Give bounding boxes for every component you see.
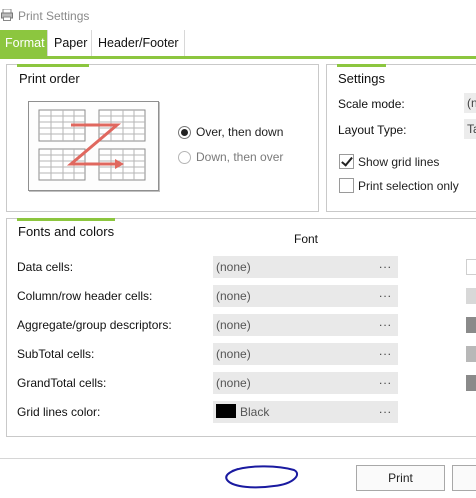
font-value: (none) (216, 347, 251, 361)
font-value: (none) (216, 318, 251, 332)
fonts-colors-accent (17, 218, 115, 221)
subtotal-cells-color-swatch[interactable] (466, 346, 476, 362)
data-cells-color-swatch[interactable] (466, 259, 476, 275)
header-cells-label: Column/row header cells: (17, 289, 153, 303)
tab-strip: Format Paper Header/Footer (0, 30, 476, 59)
font-value: (none) (216, 289, 251, 303)
show-grid-lines-label: Show grid lines (358, 154, 440, 169)
fonts-colors-title: Fonts and colors (18, 224, 115, 239)
next-button[interactable] (452, 465, 476, 491)
print-order-accent (17, 64, 89, 67)
print-order-illustration (28, 101, 159, 191)
over-then-down-diagram (38, 109, 146, 181)
settings-title: Settings (338, 71, 385, 86)
checkbox-indicator[interactable] (339, 178, 354, 193)
aggregate-descriptors-color-swatch[interactable] (466, 317, 476, 333)
grid-lines-color-picker[interactable]: Black ... (213, 401, 398, 423)
radio-over-then-down[interactable]: Over, then down (178, 125, 283, 139)
radio-label: Down, then over (196, 150, 284, 164)
font-value: (none) (216, 376, 251, 390)
show-grid-lines-checkbox[interactable]: Show grid lines (339, 154, 439, 169)
settings-accent (337, 64, 386, 67)
tab-paper[interactable]: Paper (49, 30, 92, 56)
aggregate-descriptors-font-picker[interactable]: (none) ... (213, 314, 398, 336)
tab-header-footer[interactable]: Header/Footer (93, 30, 185, 56)
aggregate-descriptors-label: Aggregate/group descriptors: (17, 318, 172, 332)
printer-icon (1, 9, 13, 21)
grandtotal-cells-font-picker[interactable]: (none) ... (213, 372, 398, 394)
tab-format[interactable]: Format (0, 30, 48, 56)
radio-indicator[interactable] (178, 150, 191, 164)
scale-mode-dropdown[interactable]: (n (464, 93, 476, 113)
layout-type-dropdown[interactable]: Ta (464, 119, 476, 139)
window-title: Print Settings (18, 9, 90, 23)
hand-drawn-circle-annotation (225, 465, 299, 489)
header-cells-color-swatch[interactable] (466, 288, 476, 304)
data-cells-font-picker[interactable]: (none) ... (213, 256, 398, 278)
checkbox-indicator[interactable] (339, 154, 354, 169)
bottom-separator (0, 458, 476, 459)
color-value: Black (240, 405, 270, 419)
print-settings-window: Print Settings Format Paper Header/Foote… (0, 0, 476, 498)
data-cells-label: Data cells: (17, 260, 74, 274)
print-order-group: Print order Over, then down Down, then o… (6, 64, 319, 212)
header-cells-font-picker[interactable]: (none) ... (213, 285, 398, 307)
radio-indicator[interactable] (178, 125, 191, 139)
print-button[interactable]: Print (356, 465, 445, 491)
black-color-swatch (216, 404, 236, 419)
more-options-icon[interactable]: ... (379, 311, 392, 333)
more-options-icon[interactable]: ... (379, 253, 392, 275)
layout-type-label: Layout Type: (338, 123, 407, 137)
print-selection-only-checkbox[interactable]: Print selection only (339, 178, 459, 193)
more-options-icon[interactable]: ... (379, 282, 392, 304)
subtotal-cells-font-picker[interactable]: (none) ... (213, 343, 398, 365)
grandtotal-cells-color-swatch[interactable] (466, 375, 476, 391)
title-bar: Print Settings (0, 0, 476, 30)
more-options-icon[interactable]: ... (379, 340, 392, 362)
print-order-title: Print order (19, 71, 80, 86)
settings-group: Settings Scale mode: (n Layout Type: Ta … (326, 64, 476, 212)
font-column-header: Font (294, 232, 319, 246)
font-value: (none) (216, 260, 251, 274)
subtotal-cells-label: SubTotal cells: (17, 347, 95, 361)
radio-label: Over, then down (196, 125, 284, 139)
scale-mode-label: Scale mode: (338, 97, 405, 111)
more-options-icon[interactable]: ... (379, 369, 392, 391)
radio-down-then-over[interactable]: Down, then over (178, 150, 283, 164)
grandtotal-cells-label: GrandTotal cells: (17, 376, 107, 390)
more-options-icon[interactable]: ... (379, 398, 392, 420)
grid-lines-color-label: Grid lines color: (17, 405, 101, 419)
print-selection-only-label: Print selection only (358, 178, 459, 193)
